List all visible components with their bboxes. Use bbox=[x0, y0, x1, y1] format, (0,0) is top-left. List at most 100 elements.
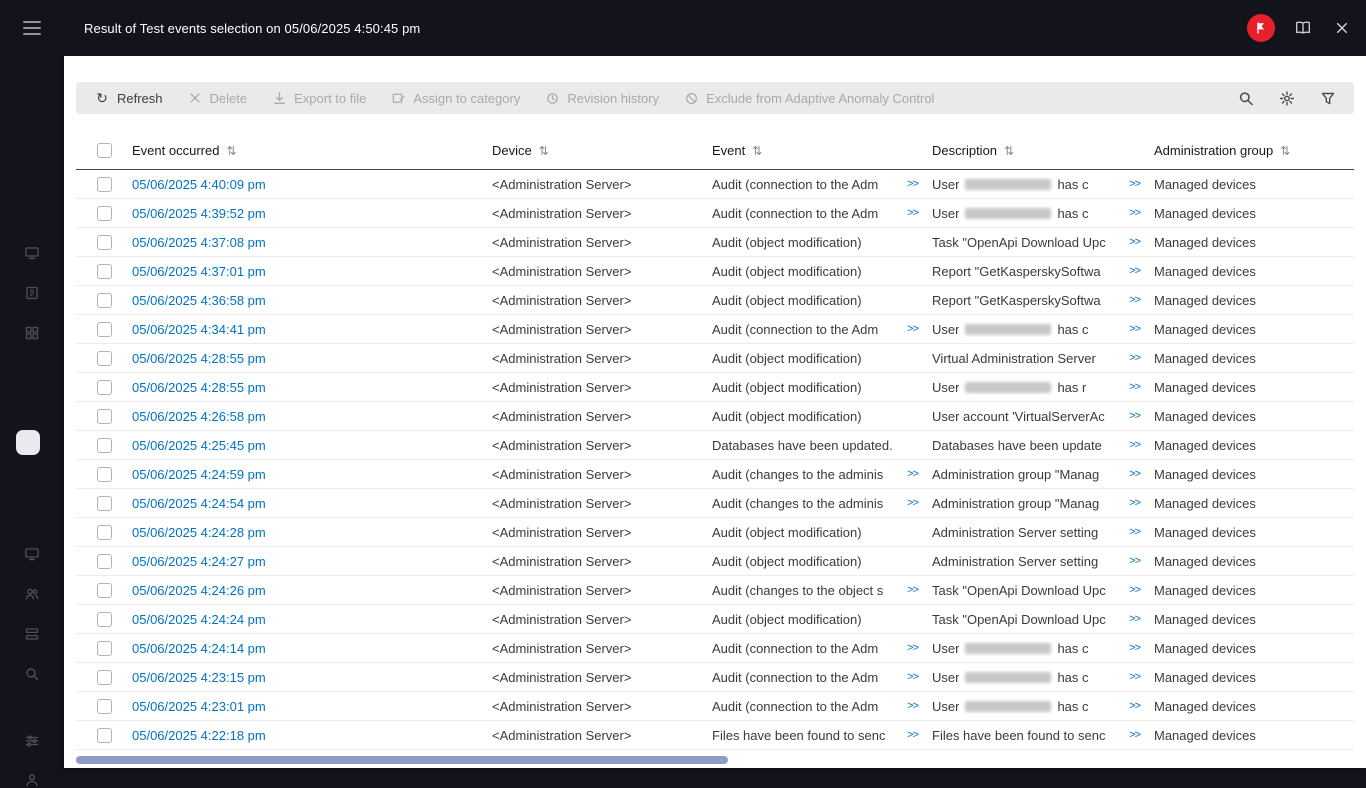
row-checkbox[interactable] bbox=[96, 495, 112, 511]
expand-event-link[interactable]: >> bbox=[901, 700, 919, 712]
event-time-link[interactable]: 05/06/2025 4:24:24 pm bbox=[132, 612, 266, 627]
row-checkbox[interactable] bbox=[96, 292, 112, 308]
monitoring-icon[interactable] bbox=[24, 245, 40, 261]
console-settings-icon[interactable] bbox=[24, 733, 40, 749]
column-header-administration-group[interactable]: Administration group ⇅ bbox=[1154, 143, 1354, 158]
event-time-link[interactable]: 05/06/2025 4:37:08 pm bbox=[132, 235, 266, 250]
expand-description-link[interactable]: >> bbox=[1123, 352, 1141, 364]
event-time-link[interactable]: 05/06/2025 4:24:26 pm bbox=[132, 583, 266, 598]
expand-description-link[interactable]: >> bbox=[1123, 555, 1141, 567]
expand-description-link[interactable]: >> bbox=[1123, 526, 1141, 538]
documentation-book-icon[interactable] bbox=[1292, 17, 1314, 39]
event-time-link[interactable]: 05/06/2025 4:24:54 pm bbox=[132, 496, 266, 511]
filter-button[interactable] bbox=[1314, 84, 1342, 112]
row-checkbox[interactable] bbox=[96, 176, 112, 192]
table-row[interactable]: 05/06/2025 4:24:59 pm <Administration Se… bbox=[76, 460, 1354, 489]
table-row[interactable]: 05/06/2025 4:40:09 pm <Administration Se… bbox=[76, 170, 1354, 199]
table-row[interactable]: 05/06/2025 4:37:08 pm <Administration Se… bbox=[76, 228, 1354, 257]
event-time-link[interactable]: 05/06/2025 4:24:59 pm bbox=[132, 467, 266, 482]
event-time-link[interactable]: 05/06/2025 4:25:45 pm bbox=[132, 438, 266, 453]
row-checkbox[interactable] bbox=[96, 640, 112, 656]
event-time-link[interactable]: 05/06/2025 4:26:58 pm bbox=[132, 409, 266, 424]
search-button[interactable] bbox=[1232, 84, 1260, 112]
row-checkbox[interactable] bbox=[96, 553, 112, 569]
event-time-link[interactable]: 05/06/2025 4:23:15 pm bbox=[132, 670, 266, 685]
row-checkbox[interactable] bbox=[96, 408, 112, 424]
close-icon[interactable] bbox=[1331, 17, 1353, 39]
expand-event-link[interactable]: >> bbox=[901, 497, 919, 509]
table-row[interactable]: 05/06/2025 4:24:54 pm <Administration Se… bbox=[76, 489, 1354, 518]
expand-event-link[interactable]: >> bbox=[901, 642, 919, 654]
table-row[interactable]: 05/06/2025 4:28:55 pm <Administration Se… bbox=[76, 373, 1354, 402]
active-nav-indicator[interactable] bbox=[16, 430, 40, 455]
table-row[interactable]: 05/06/2025 4:24:24 pm <Administration Se… bbox=[76, 605, 1354, 634]
expand-description-link[interactable]: >> bbox=[1123, 410, 1141, 422]
horizontal-scrollbar-thumb[interactable] bbox=[76, 756, 728, 764]
row-checkbox[interactable] bbox=[96, 350, 112, 366]
settings-gear-button[interactable] bbox=[1273, 84, 1301, 112]
expand-description-link[interactable]: >> bbox=[1123, 178, 1141, 190]
apps-grid-icon[interactable] bbox=[24, 325, 40, 341]
table-row[interactable]: 05/06/2025 4:28:55 pm <Administration Se… bbox=[76, 344, 1354, 373]
kaspersky-logo-badge[interactable] bbox=[1247, 14, 1275, 42]
expand-description-link[interactable]: >> bbox=[1123, 294, 1141, 306]
account-icon[interactable] bbox=[24, 772, 40, 788]
hamburger-menu-icon[interactable] bbox=[23, 21, 41, 35]
expand-description-link[interactable]: >> bbox=[1123, 700, 1141, 712]
row-checkbox[interactable] bbox=[96, 234, 112, 250]
table-row[interactable]: 05/06/2025 4:24:26 pm <Administration Se… bbox=[76, 576, 1354, 605]
row-checkbox[interactable] bbox=[96, 379, 112, 395]
row-checkbox[interactable] bbox=[96, 727, 112, 743]
table-row[interactable]: 05/06/2025 4:25:45 pm <Administration Se… bbox=[76, 431, 1354, 460]
event-time-link[interactable]: 05/06/2025 4:24:14 pm bbox=[132, 641, 266, 656]
expand-description-link[interactable]: >> bbox=[1123, 642, 1141, 654]
expand-description-link[interactable]: >> bbox=[1123, 497, 1141, 509]
row-checkbox[interactable] bbox=[96, 263, 112, 279]
event-time-link[interactable]: 05/06/2025 4:22:18 pm bbox=[132, 728, 266, 743]
table-row[interactable]: 05/06/2025 4:34:41 pm <Administration Se… bbox=[76, 315, 1354, 344]
event-time-link[interactable]: 05/06/2025 4:28:55 pm bbox=[132, 351, 266, 366]
search-nav-icon[interactable] bbox=[24, 666, 40, 682]
expand-event-link[interactable]: >> bbox=[901, 323, 919, 335]
table-row[interactable]: 05/06/2025 4:24:14 pm <Administration Se… bbox=[76, 634, 1354, 663]
expand-description-link[interactable]: >> bbox=[1123, 236, 1141, 248]
users-icon[interactable] bbox=[24, 586, 40, 602]
expand-description-link[interactable]: >> bbox=[1123, 468, 1141, 480]
refresh-button[interactable]: ↻ Refresh bbox=[82, 82, 175, 114]
reports-icon[interactable] bbox=[24, 285, 40, 301]
row-checkbox[interactable] bbox=[96, 321, 112, 337]
expand-description-link[interactable]: >> bbox=[1123, 613, 1141, 625]
row-checkbox[interactable] bbox=[96, 205, 112, 221]
event-time-link[interactable]: 05/06/2025 4:34:41 pm bbox=[132, 322, 266, 337]
column-header-description[interactable]: Description ⇅ bbox=[932, 143, 1154, 158]
expand-description-link[interactable]: >> bbox=[1123, 439, 1141, 451]
column-header-event-occurred[interactable]: Event occurred ⇅ bbox=[132, 143, 492, 158]
expand-event-link[interactable]: >> bbox=[901, 468, 919, 480]
event-time-link[interactable]: 05/06/2025 4:40:09 pm bbox=[132, 177, 266, 192]
expand-description-link[interactable]: >> bbox=[1123, 207, 1141, 219]
expand-event-link[interactable]: >> bbox=[901, 671, 919, 683]
table-row[interactable]: 05/06/2025 4:37:01 pm <Administration Se… bbox=[76, 257, 1354, 286]
table-row[interactable]: 05/06/2025 4:26:58 pm <Administration Se… bbox=[76, 402, 1354, 431]
expand-event-link[interactable]: >> bbox=[901, 207, 919, 219]
table-row[interactable]: 05/06/2025 4:24:27 pm <Administration Se… bbox=[76, 547, 1354, 576]
row-checkbox[interactable] bbox=[96, 611, 112, 627]
table-row[interactable]: 05/06/2025 4:39:52 pm <Administration Se… bbox=[76, 199, 1354, 228]
expand-description-link[interactable]: >> bbox=[1123, 729, 1141, 741]
column-header-device[interactable]: Device ⇅ bbox=[492, 143, 712, 158]
event-time-link[interactable]: 05/06/2025 4:28:55 pm bbox=[132, 380, 266, 395]
table-row[interactable]: 05/06/2025 4:23:01 pm <Administration Se… bbox=[76, 692, 1354, 721]
table-row[interactable]: 05/06/2025 4:24:28 pm <Administration Se… bbox=[76, 518, 1354, 547]
table-row[interactable]: 05/06/2025 4:36:58 pm <Administration Se… bbox=[76, 286, 1354, 315]
row-checkbox[interactable] bbox=[96, 524, 112, 540]
expand-event-link[interactable]: >> bbox=[901, 729, 919, 741]
column-header-event[interactable]: Event ⇅ bbox=[712, 143, 932, 158]
expand-description-link[interactable]: >> bbox=[1123, 584, 1141, 596]
expand-description-link[interactable]: >> bbox=[1123, 671, 1141, 683]
table-row[interactable]: 05/06/2025 4:22:18 pm <Administration Se… bbox=[76, 721, 1354, 750]
event-time-link[interactable]: 05/06/2025 4:24:27 pm bbox=[132, 554, 266, 569]
devices-icon[interactable] bbox=[24, 546, 40, 562]
select-all-checkbox[interactable] bbox=[96, 143, 112, 158]
row-checkbox[interactable] bbox=[96, 698, 112, 714]
expand-description-link[interactable]: >> bbox=[1123, 381, 1141, 393]
